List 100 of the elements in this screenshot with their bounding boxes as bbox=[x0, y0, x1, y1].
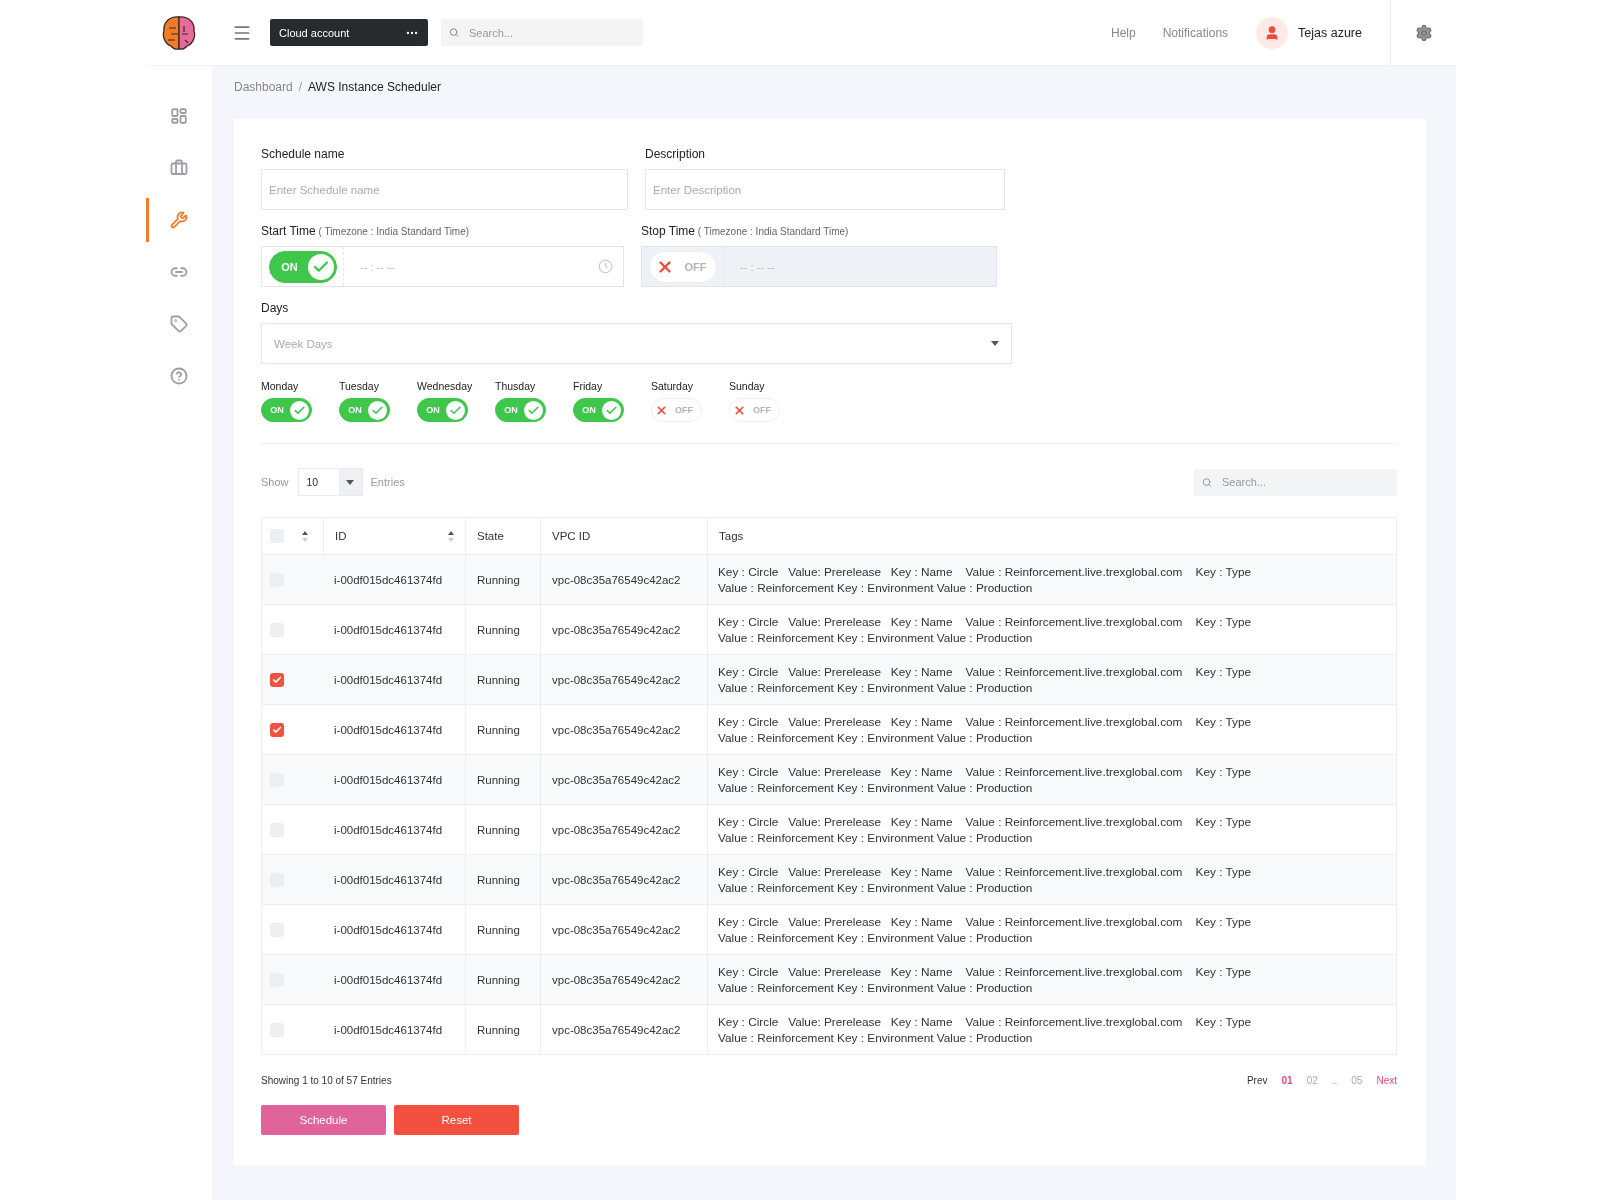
column-header: State bbox=[477, 530, 504, 542]
entries-summary: Showing 1 to 10 of 57 Entries bbox=[261, 1075, 392, 1086]
table-cell: Key : Circle Value: Prerelease Key : Name Value : Reinforcement.live.trexglobal.com Key : Type Value : Reinforcement Key : Environment Value : Production bbox=[718, 1013, 1253, 1046]
pagination-link[interactable]: 05 bbox=[1351, 1075, 1363, 1086]
table-cell: Key : Circle Value: Prerelease Key : Name Value : Reinforcement.live.trexglobal.com Key : Type Value : Reinforcement Key : Environment Value : Production bbox=[718, 963, 1253, 996]
briefcase-icon bbox=[170, 159, 188, 177]
table-cell-text: i-00df015dc461374fd bbox=[333, 922, 444, 938]
day-label: Wednesday bbox=[417, 380, 474, 392]
time-field[interactable]: ON -- : -- -- bbox=[261, 246, 624, 287]
table-cell: Key : Circle Value: Prerelease Key : Name Value : Reinforcement.live.trexglobal.com Key : Type Value : Reinforcement Key : Environment Value : Production bbox=[718, 663, 1253, 696]
page-size-dropdown[interactable]: 10 bbox=[297, 468, 363, 496]
column-header: Tags bbox=[719, 530, 744, 542]
breadcrumb-link[interactable]: AWS Instance Scheduler bbox=[308, 80, 442, 94]
table-cell: Key : Circle Value: Prerelease Key : Name Value : Reinforcement.live.trexglobal.com Key : Type Value : Reinforcement Key : Environment Value : Production bbox=[718, 613, 1253, 646]
day-label: Saturday bbox=[651, 380, 695, 392]
table-cell-text: i-00df015dc461374fd bbox=[333, 772, 444, 788]
day-label: Monday bbox=[261, 380, 300, 392]
table-cell-text: i-00df015dc461374fd bbox=[333, 622, 444, 638]
check-icon bbox=[527, 403, 540, 417]
check-icon bbox=[272, 674, 282, 685]
description-field[interactable]: Enter Description bbox=[645, 169, 1005, 210]
table-cell: Key : Circle Value: Prerelease Key : Name Value : Reinforcement.live.trexglobal.com Key : Type Value : Reinforcement Key : Environment Value : Production bbox=[718, 563, 1253, 596]
pagination-link[interactable]: 01 bbox=[1281, 1075, 1293, 1086]
field-label: Schedule name bbox=[261, 147, 346, 161]
toggle-switch[interactable]: ON bbox=[573, 398, 624, 422]
table-cell-text: i-00df015dc461374fd bbox=[333, 1022, 444, 1038]
cross-icon bbox=[655, 403, 668, 417]
user-name[interactable]: Tejas azure bbox=[1298, 25, 1362, 40]
search-box[interactable]: Search... bbox=[441, 19, 643, 46]
toggle-switch[interactable]: ON bbox=[268, 250, 337, 283]
schedule-name-field[interactable]: Enter Schedule name bbox=[261, 169, 628, 210]
help-icon bbox=[170, 367, 188, 385]
check-icon bbox=[605, 403, 618, 417]
table-cell-text: i-00df015dc461374fd bbox=[333, 672, 444, 688]
table-cell: vpc-08c35a76549c42ac2 bbox=[540, 1005, 707, 1054]
table-cell-text: i-00df015dc461374fd bbox=[333, 722, 444, 738]
clock-icon bbox=[598, 259, 613, 274]
table-cell-text: i-00df015dc461374fd bbox=[333, 972, 444, 988]
time-field[interactable]: OFF -- : -- -- bbox=[641, 246, 997, 287]
table-cell: Key : Circle Value: Prerelease Key : Name Value : Reinforcement.live.trexglobal.com Key : Type Value : Reinforcement Key : Environment Value : Production bbox=[718, 713, 1253, 746]
pagination-link[interactable]: 02 bbox=[1306, 1075, 1318, 1086]
reset-button[interactable]: Reset bbox=[394, 1105, 519, 1135]
dashboard-icon bbox=[170, 107, 188, 125]
table-search-box[interactable]: Search... bbox=[1194, 468, 1397, 496]
checkbox[interactable] bbox=[270, 672, 284, 687]
field-label: Stop Time ( Timezone : India Standard Time) bbox=[641, 224, 850, 238]
cross-icon bbox=[733, 403, 746, 417]
breadcrumb-separator: / bbox=[298, 80, 303, 94]
table-cell: Key : Circle Value: Prerelease Key : Name Value : Reinforcement.live.trexglobal.com Key : Type Value : Reinforcement Key : Environment Value : Production bbox=[718, 813, 1253, 846]
user-avatar-icon[interactable] bbox=[1256, 16, 1289, 49]
toggle-switch[interactable]: OFF bbox=[651, 398, 702, 422]
check-icon bbox=[371, 403, 384, 417]
entries-label: Entries bbox=[370, 476, 405, 488]
day-label: Friday bbox=[573, 380, 604, 392]
table-cell: Key : Circle Value: Prerelease Key : Name Value : Reinforcement.live.trexglobal.com Key : Type Value : Reinforcement Key : Environment Value : Production bbox=[718, 913, 1253, 946]
column-header: VPC ID bbox=[552, 530, 591, 542]
toggle-switch[interactable]: ON bbox=[339, 398, 390, 422]
field-label: Days bbox=[261, 301, 290, 315]
toggle-switch[interactable]: ON bbox=[495, 398, 546, 422]
search-icon bbox=[449, 27, 459, 38]
checkbox[interactable] bbox=[270, 722, 284, 737]
account-selector[interactable]: Cloud account bbox=[270, 19, 428, 46]
toggle-switch[interactable]: OFF bbox=[729, 398, 780, 422]
wrench-icon bbox=[170, 211, 188, 229]
search-field[interactable]: Search... bbox=[466, 25, 635, 40]
check-icon bbox=[293, 403, 306, 417]
toggle-switch[interactable]: ON bbox=[417, 398, 468, 422]
schedule-button[interactable]: Schedule bbox=[261, 1105, 386, 1135]
check-icon bbox=[449, 403, 462, 417]
toggle-switch[interactable]: ON bbox=[261, 398, 312, 422]
header-link[interactable]: Notifications bbox=[1162, 25, 1229, 40]
table-cell-text: i-00df015dc461374fd bbox=[333, 872, 444, 888]
field-label: Description bbox=[645, 147, 707, 161]
day-label: Thusday bbox=[495, 380, 537, 392]
field-label: Start Time ( Timezone : India Standard Time) bbox=[261, 224, 471, 238]
pagination-link[interactable]: Prev bbox=[1246, 1075, 1268, 1086]
settings-icon[interactable] bbox=[1414, 23, 1433, 42]
sort-icon[interactable] bbox=[448, 530, 454, 542]
table-cell-text: i-00df015dc461374fd bbox=[333, 572, 444, 588]
check-icon bbox=[272, 724, 282, 735]
header-link[interactable]: Help bbox=[1111, 25, 1136, 40]
days-dropdown[interactable]: Week Days bbox=[261, 323, 1012, 364]
column-header: ID bbox=[335, 530, 347, 542]
table-search-field[interactable]: Search... bbox=[1219, 475, 1389, 489]
search-icon bbox=[1202, 476, 1212, 488]
sort-icon[interactable] bbox=[302, 530, 308, 542]
table-cell: Key : Circle Value: Prerelease Key : Name Value : Reinforcement.live.trexglobal.com Key : Type Value : Reinforcement Key : Environment Value : Production bbox=[718, 763, 1253, 796]
pagination-ellipsis: .. bbox=[1331, 1075, 1338, 1086]
day-label: Sunday bbox=[729, 380, 766, 392]
pagination-link[interactable]: Next bbox=[1376, 1075, 1397, 1086]
table-cell: Key : Circle Value: Prerelease Key : Name Value : Reinforcement.live.trexglobal.com Key : Type Value : Reinforcement Key : Environment Value : Production bbox=[718, 863, 1253, 896]
caret-icon bbox=[991, 341, 999, 346]
table-cell: Running bbox=[465, 1005, 540, 1054]
tag-icon bbox=[170, 315, 188, 333]
day-label: Tuesday bbox=[339, 380, 380, 392]
toggle-switch[interactable]: OFF bbox=[648, 250, 717, 283]
show-label: Show bbox=[261, 476, 289, 488]
breadcrumb-link[interactable]: Dashboard bbox=[234, 80, 293, 94]
table-cell-text: i-00df015dc461374fd bbox=[333, 822, 444, 838]
caret-icon bbox=[346, 479, 355, 485]
